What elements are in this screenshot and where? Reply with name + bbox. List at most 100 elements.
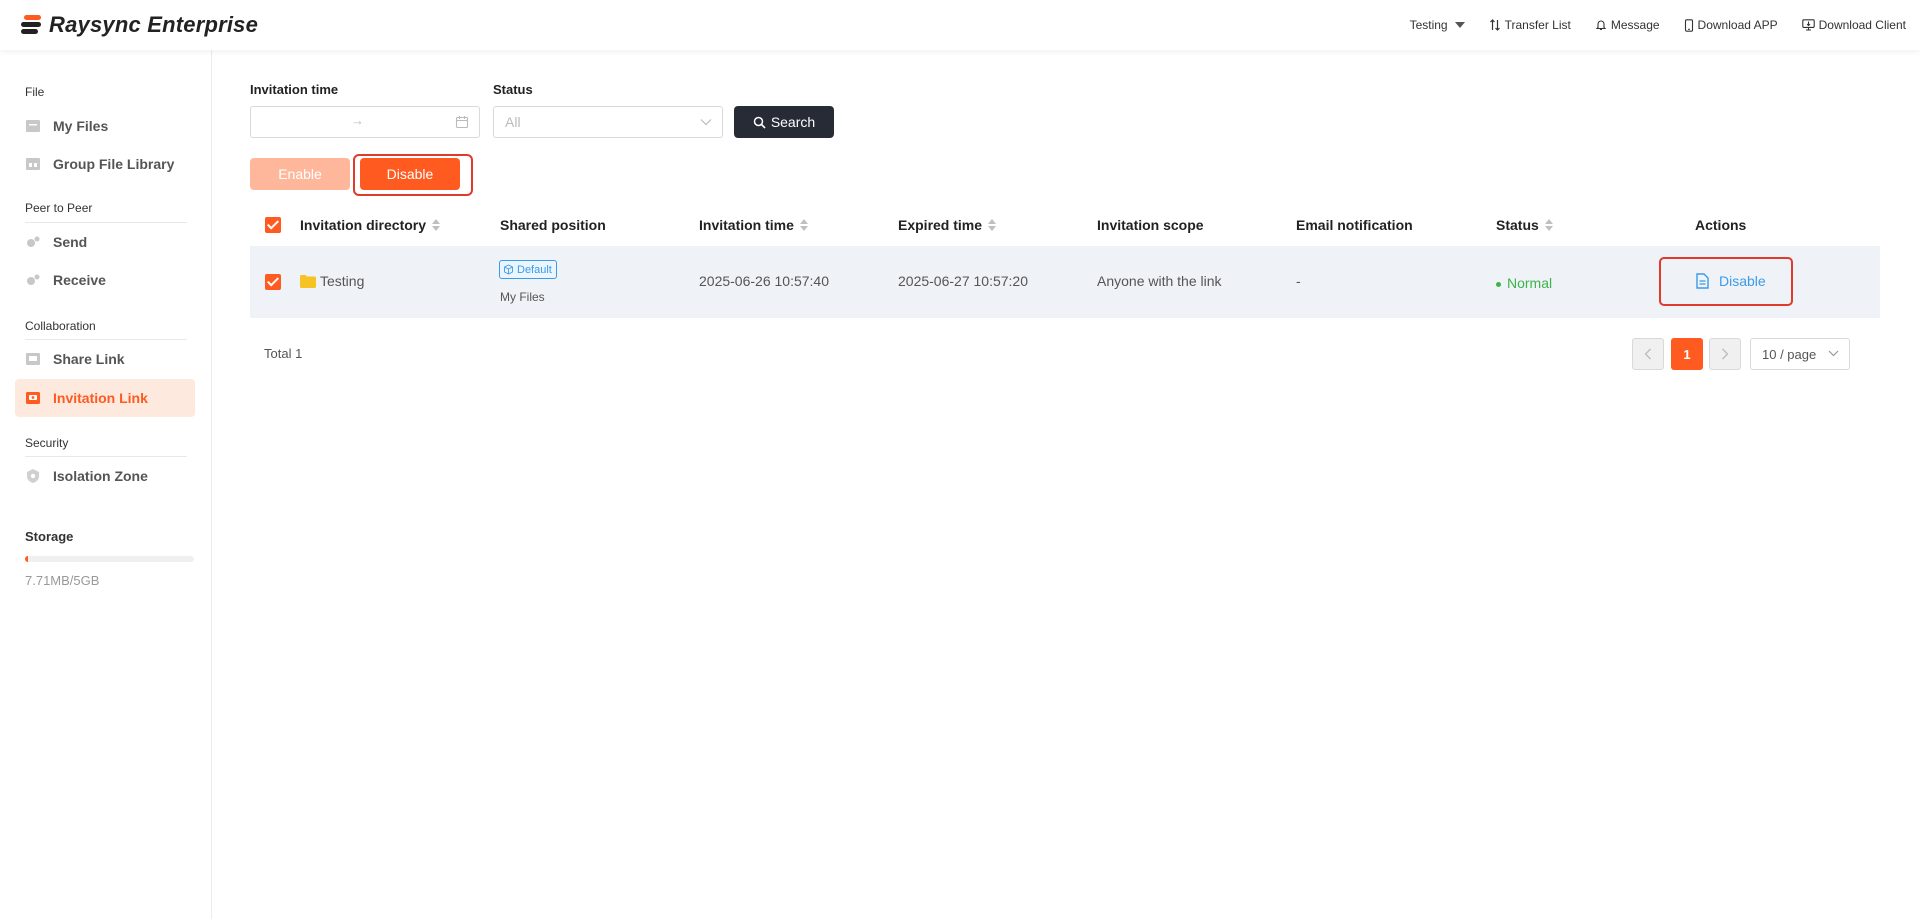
sort-icon[interactable] xyxy=(988,219,997,231)
highlight-box xyxy=(353,154,473,196)
folder-icon xyxy=(300,275,316,288)
top-header: Raysync Enterprise Testing Transfer List… xyxy=(0,0,1920,50)
sidebar-item-receive[interactable]: Receive xyxy=(15,261,195,299)
table-header: Invitation directory Shared position Inv… xyxy=(250,204,1880,246)
sidebar: File My Files Group File Library Peer to… xyxy=(0,50,212,919)
send-icon xyxy=(27,236,40,247)
library-icon xyxy=(26,158,40,170)
status-badge: Normal xyxy=(1496,275,1552,291)
status-filter-label: Status xyxy=(493,82,533,97)
column-header-label: Invitation time xyxy=(699,217,794,233)
column-header-label: Invitation scope xyxy=(1097,217,1204,233)
main-content: Invitation time Status → All Search Enab… xyxy=(250,50,1880,919)
calendar-icon xyxy=(455,116,469,129)
total-count: Total 1 xyxy=(264,346,303,361)
sidebar-item-label: Send xyxy=(53,234,88,250)
raysync-logo-icon xyxy=(20,14,43,36)
status-select-value: All xyxy=(505,114,521,130)
page-size-value: 10 / page xyxy=(1762,346,1817,362)
search-button[interactable]: Search xyxy=(734,106,834,138)
bell-icon xyxy=(1595,20,1607,31)
row-directory-name[interactable]: Testing xyxy=(320,273,364,289)
shield-icon xyxy=(27,469,39,483)
row-scope: Anyone with the link xyxy=(1097,273,1222,289)
sidebar-item-group-file-library[interactable]: Group File Library xyxy=(15,145,195,183)
invitation-time-range-picker[interactable]: → xyxy=(250,106,480,138)
sidebar-item-isolation-zone[interactable]: Isolation Zone xyxy=(15,457,195,495)
download-client-label: Download Client xyxy=(1818,18,1906,32)
default-tag: Default xyxy=(499,260,557,279)
section-label-file: File xyxy=(25,85,45,99)
phone-icon xyxy=(1684,18,1693,32)
column-header-email: Email notification xyxy=(1296,217,1413,233)
search-button-label: Search xyxy=(770,114,816,130)
transfer-icon xyxy=(1489,19,1500,31)
cube-icon xyxy=(504,264,513,275)
enable-button[interactable]: Enable xyxy=(250,158,350,190)
monitor-icon xyxy=(1801,19,1815,31)
chevron-down-icon xyxy=(1828,350,1839,357)
column-header-actions: Actions xyxy=(1695,217,1746,233)
column-header-invitation-time[interactable]: Invitation time xyxy=(699,217,808,233)
sidebar-item-invitation-link[interactable]: Invitation Link xyxy=(15,379,195,417)
column-header-status[interactable]: Status xyxy=(1496,217,1553,233)
download-app-button[interactable]: Download APP xyxy=(1684,18,1778,32)
status-badge-label: Normal xyxy=(1507,275,1553,291)
user-name: Testing xyxy=(1409,18,1448,32)
section-label-peer-to-peer: Peer to Peer xyxy=(25,201,93,215)
transfer-list-button[interactable]: Transfer List xyxy=(1489,18,1571,32)
sidebar-item-label: My Files xyxy=(53,118,109,134)
sidebar-item-label: Invitation Link xyxy=(53,390,148,406)
app-title: Raysync Enterprise xyxy=(49,12,259,37)
column-header-directory[interactable]: Invitation directory xyxy=(300,217,441,233)
row-email-notification: - xyxy=(1296,273,1301,289)
row-invitation-time: 2025-06-26 10:57:40 xyxy=(699,273,829,289)
sidebar-item-my-files[interactable]: My Files xyxy=(15,107,195,145)
chevron-down-icon xyxy=(700,119,712,126)
transfer-list-label: Transfer List xyxy=(1504,18,1571,32)
default-tag-label: Default xyxy=(517,263,552,276)
sidebar-item-label: Group File Library xyxy=(53,156,175,172)
user-menu[interactable]: Testing xyxy=(1410,18,1465,32)
prev-page-button[interactable] xyxy=(1632,338,1664,370)
sidebar-item-send[interactable]: Send xyxy=(15,223,195,261)
column-header-expired-time[interactable]: Expired time xyxy=(898,217,997,233)
column-header-label: Expired time xyxy=(898,217,983,233)
storage-label: Storage xyxy=(25,529,74,544)
column-header-label: Actions xyxy=(1695,217,1747,233)
storage-progress-fill xyxy=(25,556,28,562)
storage-used-text: 7.71MB/5GB xyxy=(25,573,100,588)
invitation-table: Invitation directory Shared position Inv… xyxy=(250,204,1880,318)
sort-icon[interactable] xyxy=(1544,219,1553,231)
status-select[interactable]: All xyxy=(493,106,723,138)
page-size-select[interactable]: 10 / page xyxy=(1750,338,1850,370)
select-all-checkbox[interactable] xyxy=(265,217,281,233)
sort-icon[interactable] xyxy=(432,219,441,231)
column-header-scope: Invitation scope xyxy=(1097,217,1204,233)
next-page-button[interactable] xyxy=(1709,338,1741,370)
invitation-time-filter-label: Invitation time xyxy=(250,82,339,97)
sort-icon[interactable] xyxy=(799,219,808,231)
arrow-right-icon: → xyxy=(351,113,364,128)
receive-icon xyxy=(27,274,40,285)
row-checkbox[interactable] xyxy=(265,274,281,290)
column-header-label: Status xyxy=(1496,217,1539,233)
page-number-current[interactable]: 1 xyxy=(1671,338,1703,370)
row-expired-time: 2025-06-27 10:57:20 xyxy=(898,273,1028,289)
sidebar-item-share-link[interactable]: Share Link xyxy=(15,340,195,378)
section-label-security: Security xyxy=(25,436,69,450)
download-client-button[interactable]: Download Client xyxy=(1801,18,1906,32)
app-logo[interactable]: Raysync Enterprise xyxy=(20,12,258,38)
column-header-label: Invitation directory xyxy=(300,217,427,233)
column-header-label: Email notification xyxy=(1296,217,1413,233)
column-header-shared-position: Shared position xyxy=(500,217,606,233)
chevron-left-icon xyxy=(1644,348,1651,360)
sidebar-item-label: Isolation Zone xyxy=(53,468,148,484)
chevron-right-icon xyxy=(1722,348,1729,360)
table-row[interactable]: Testing Default My Files 2025-06-26 10:5… xyxy=(250,246,1880,318)
search-icon xyxy=(753,116,766,129)
message-label: Message xyxy=(1610,18,1660,32)
sidebar-item-label: Share Link xyxy=(53,351,125,367)
message-button[interactable]: Message xyxy=(1595,18,1660,32)
sidebar-item-label: Receive xyxy=(53,272,106,288)
